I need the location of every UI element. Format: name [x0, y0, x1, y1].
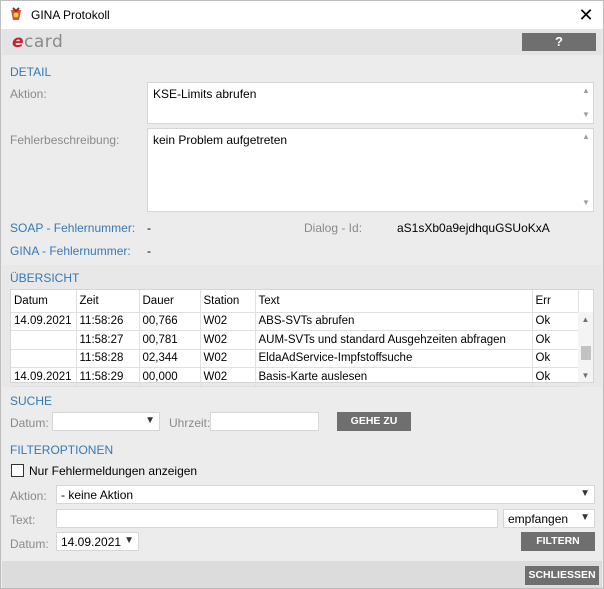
header-bar: ecard ? [2, 29, 602, 55]
scroll-down-icon[interactable]: ▼ [579, 109, 593, 121]
protocol-table: Datum Zeit Dauer Station Text Err 14.09.… [10, 289, 594, 387]
dialog-id-value: aS1sXb0a9ejdhquGSUoKxA [397, 221, 550, 235]
aktion-field[interactable]: KSE-Limits abrufen ▲ ▼ [147, 82, 594, 124]
direction-dropdown[interactable]: empfangen ▼ [503, 509, 595, 528]
cell-dauer: 00,781 [139, 330, 201, 350]
cell-dauer: 00,000 [139, 367, 201, 387]
gina-fehlernummer-value: - [147, 244, 151, 258]
aktion-scrollbar[interactable]: ▲ ▼ [579, 83, 593, 123]
cell-text: ABS-SVTs abrufen [255, 312, 533, 331]
filter-text-input[interactable] [56, 509, 498, 528]
title-bar: GINA Protokoll ✕ [1, 1, 603, 29]
gina-protokoll-window: GINA Protokoll ✕ ecard ? DETAIL Aktion: … [0, 0, 604, 589]
cell-datum: 14.09.2021 [11, 367, 77, 387]
filter-aktion-label: Aktion: [10, 489, 47, 503]
filter-datum-dropdown[interactable]: 14.09.2021 ▼ [56, 532, 139, 551]
cell-datum [11, 330, 77, 350]
scroll-up-icon[interactable]: ▲ [579, 131, 593, 143]
cell-text: EldaAdService-Impfstoffsuche [255, 349, 533, 368]
soap-fehlernummer-value: - [147, 221, 151, 235]
column-header-text[interactable]: Text [255, 290, 533, 313]
table-row[interactable]: 11:58:27 00,781 W02 AUM-SVTs und standar… [11, 330, 579, 350]
cell-zeit: 11:58:28 [76, 349, 140, 368]
table-scrollbar[interactable]: ▲ ▼ [578, 312, 593, 382]
schliessen-button[interactable]: SCHLIESSEN [525, 566, 599, 585]
cell-zeit: 11:58:26 [76, 312, 140, 331]
table-row[interactable]: 14.09.2021 11:58:26 00,766 W02 ABS-SVTs … [11, 312, 579, 331]
chevron-down-icon: ▼ [580, 488, 590, 499]
scroll-thumb[interactable] [581, 346, 591, 360]
scroll-down-icon[interactable]: ▼ [579, 197, 593, 209]
table-row[interactable]: 14.09.2021 11:58:29 00,000 W02 Basis-Kar… [11, 367, 579, 387]
footer-bar [2, 561, 602, 588]
scroll-up-icon[interactable]: ▲ [579, 85, 593, 97]
table-header-row: Datum Zeit Dauer Station Text Err [11, 290, 579, 313]
fehlerbeschreibung-value: kein Problem aufgetreten [153, 133, 288, 147]
search-datum-label: Datum: [10, 416, 49, 430]
column-header-datum[interactable]: Datum [11, 290, 77, 313]
column-header-err[interactable]: Err [532, 290, 579, 313]
aktion-value: KSE-Limits abrufen [153, 87, 257, 101]
search-datum-dropdown[interactable]: ▼ [52, 412, 160, 431]
cell-datum: 14.09.2021 [11, 312, 77, 331]
cell-station: W02 [200, 312, 256, 331]
filter-aktion-dropdown[interactable]: - keine Aktion ▼ [56, 485, 595, 504]
column-header-dauer[interactable]: Dauer [139, 290, 201, 313]
dialog-id-label: Dialog - Id: [304, 221, 363, 235]
column-header-station[interactable]: Station [200, 290, 256, 313]
gina-fehlernummer-label: GINA - Fehlernummer: [10, 244, 131, 258]
cell-err: Ok [532, 312, 579, 331]
nur-fehlermeldungen-checkbox[interactable] [11, 464, 24, 477]
cell-station: W02 [200, 367, 256, 387]
overview-section-title: ÜBERSICHT [10, 271, 80, 285]
cell-dauer: 00,766 [139, 312, 201, 331]
cell-station: W02 [200, 349, 256, 368]
filter-datum-label: Datum: [10, 537, 49, 551]
ecard-logo: ecard [12, 32, 64, 52]
chevron-down-icon: ▼ [580, 512, 590, 523]
cell-dauer: 02,344 [139, 349, 201, 368]
close-icon[interactable]: ✕ [569, 1, 603, 29]
gehe-zu-button[interactable]: GEHE ZU [337, 412, 411, 431]
nur-fehlermeldungen-label: Nur Fehlermeldungen anzeigen [29, 464, 198, 478]
chevron-down-icon: ▼ [145, 415, 155, 426]
aktion-label: Aktion: [10, 87, 47, 101]
cell-station: W02 [200, 330, 256, 350]
cell-datum [11, 349, 77, 368]
search-uhrzeit-label: Uhrzeit: [169, 416, 211, 430]
cell-zeit: 11:58:29 [76, 367, 140, 387]
help-button[interactable]: ? [522, 33, 596, 51]
cell-text: AUM-SVTs und standard Ausgehzeiten abfra… [255, 330, 533, 350]
chevron-down-icon: ▼ [124, 535, 134, 546]
fehler-scrollbar[interactable]: ▲ ▼ [579, 129, 593, 211]
scroll-down-icon[interactable]: ▼ [578, 371, 593, 380]
app-icon [11, 7, 21, 20]
column-header-zeit[interactable]: Zeit [76, 290, 140, 313]
fehlerbeschreibung-field[interactable]: kein Problem aufgetreten ▲ ▼ [147, 128, 594, 212]
table-row[interactable]: 11:58:28 02,344 W02 EldaAdService-Impfst… [11, 349, 579, 368]
fehlerbeschreibung-label: Fehlerbeschreibung: [10, 133, 120, 147]
filter-section-title: FILTEROPTIONEN [10, 443, 114, 457]
detail-section-title: DETAIL [10, 65, 52, 79]
cell-text: Basis-Karte auslesen [255, 367, 533, 387]
cell-err: Ok [532, 349, 579, 368]
soap-fehlernummer-label: SOAP - Fehlernummer: [10, 221, 136, 235]
search-section-title: SUCHE [10, 394, 53, 408]
window-title: GINA Protokoll [31, 8, 110, 22]
scroll-up-icon[interactable]: ▲ [578, 315, 593, 324]
cell-err: Ok [532, 330, 579, 350]
cell-err: Ok [532, 367, 579, 387]
cell-zeit: 11:58:27 [76, 330, 140, 350]
filtern-button[interactable]: FILTERN [521, 532, 595, 551]
search-uhrzeit-input[interactable] [210, 412, 319, 431]
filter-text-label: Text: [10, 513, 36, 527]
